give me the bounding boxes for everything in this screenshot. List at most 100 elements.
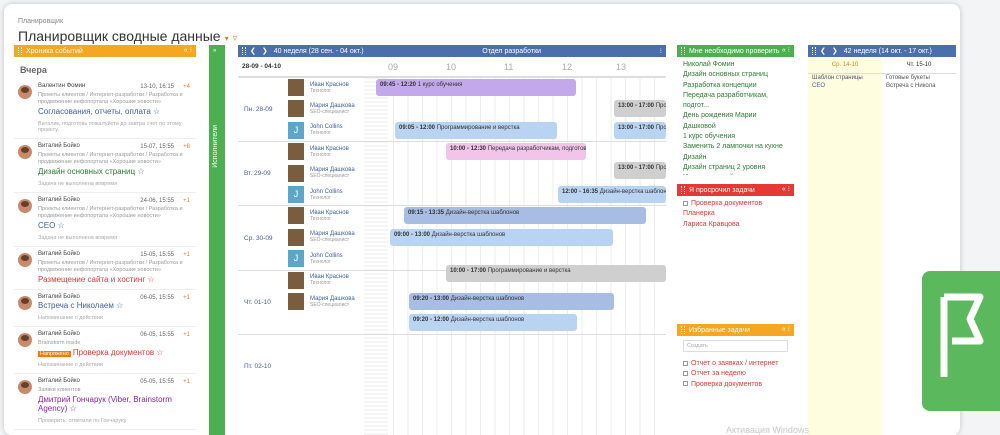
week2-row[interactable]: CEO Встреча с Никола xyxy=(808,82,956,90)
overdue-item[interactable]: Лариса Кравцова xyxy=(683,220,788,230)
expand-icon[interactable]: » xyxy=(213,48,216,54)
check-item[interactable]: Дизайн основных страниц xyxy=(683,70,788,80)
event-title-text[interactable]: СЕО xyxy=(38,221,55,230)
event-count[interactable]: +1 xyxy=(183,295,190,301)
star-icon[interactable]: ☆ xyxy=(154,348,163,357)
person-row[interactable]: J John Collins Технолог xyxy=(288,248,364,269)
overdue-item[interactable]: Проверка документов xyxy=(683,199,788,209)
drag-handle-icon[interactable] xyxy=(812,47,816,55)
schedule-task[interactable]: 09:45 - 12:20 1 курс обучения xyxy=(376,79,576,96)
favorite-item[interactable]: Отчет о заявках / интернет xyxy=(683,359,788,369)
event-count[interactable]: +1 xyxy=(183,332,190,338)
person-row[interactable]: J John Collins Технолог xyxy=(288,184,364,205)
event-path[interactable]: Проекты клиентов / Интернет-разработки /… xyxy=(38,92,192,106)
panel-controls[interactable]: « ⁝ xyxy=(184,46,192,54)
filter-icon[interactable]: ▿ xyxy=(233,33,238,43)
person-row[interactable]: Иван Краснов Технолог xyxy=(288,270,364,291)
prev-week-button[interactable]: ❮ xyxy=(250,47,256,55)
person-name[interactable]: Иван Краснов xyxy=(310,82,349,88)
person-row[interactable]: Иван Краснов Технолог xyxy=(288,77,364,98)
schedule-task[interactable]: 09:00 - 13:00 Дизайн-верстка шаблонов xyxy=(390,228,613,246)
event-count[interactable]: +1 xyxy=(183,198,190,204)
event-count[interactable]: +4 xyxy=(183,84,190,90)
person-row[interactable]: Мария Дашкова SEO-специалист xyxy=(288,291,364,312)
event-title-text[interactable]: Проверка документов xyxy=(73,348,154,357)
schedule-task[interactable]: 13:00 - 17:00 Программи xyxy=(614,100,666,118)
event-title-text[interactable]: Согласования, отчеты, оплата xyxy=(38,107,151,116)
person-row[interactable]: J John Collins Технолог xyxy=(288,120,364,141)
star-icon[interactable]: ☆ xyxy=(151,107,160,116)
check-item[interactable]: Дизайн xyxy=(683,153,788,163)
drag-handle-icon[interactable] xyxy=(681,186,685,194)
schedule-task[interactable]: 09:20 - 13:00 Дизайн-верстка шаблонов xyxy=(409,293,614,310)
drag-handle-icon[interactable] xyxy=(681,47,685,55)
person-name[interactable]: Мария Дашкова xyxy=(310,296,355,302)
department-label[interactable]: Отдел разработки xyxy=(482,48,541,55)
chevron-down-icon[interactable]: ▾ xyxy=(225,34,229,43)
create-input[interactable]: Создать xyxy=(683,340,788,352)
event-path[interactable]: Проекты клиентов / Интернет-разработки /… xyxy=(38,206,192,220)
event-title[interactable]: Согласования, отчеты, оплата ☆ xyxy=(38,107,192,116)
event-path[interactable]: Проекты клиентов / Интернет-разработки /… xyxy=(38,152,192,166)
person-name[interactable]: Иван Краснов xyxy=(310,210,349,216)
event-title-text[interactable]: Дмитрий Гончарук (Viber, Brainstorm Agen… xyxy=(38,395,172,413)
check-item[interactable]: Заменить 2 лампочки на кухне xyxy=(683,142,788,152)
check-item[interactable]: Передача разработчикам, подгот... xyxy=(683,91,788,112)
event-item[interactable]: Виталий Бойко Встреча с Николаем ☆ Напомин… xyxy=(14,290,196,327)
event-count[interactable]: +1 xyxy=(183,252,190,258)
event-path[interactable]: Проекты клиентов / Интернет-разработки /… xyxy=(38,260,192,274)
checkbox[interactable] xyxy=(683,200,688,206)
event-path[interactable]: Brainstorm inside xyxy=(38,340,192,347)
person-row[interactable]: Мария Дашкова SEO-специалист xyxy=(288,98,364,119)
person-row[interactable]: Мария Дашкова SEO-специалист xyxy=(288,163,364,184)
person-name[interactable]: John Collins xyxy=(310,189,343,195)
person-row[interactable]: Мария Дашкова SEO-специалист xyxy=(288,227,364,248)
overdue-item[interactable]: Планерка xyxy=(683,209,788,219)
event-item[interactable]: Виталий Бойко Проекты клиентов / Интернет… xyxy=(14,139,196,193)
check-item[interactable]: Разработка концепции xyxy=(683,81,788,91)
checkbox[interactable] xyxy=(683,370,688,376)
person-row[interactable]: Иван Краснов Технолог xyxy=(288,205,364,226)
checkbox[interactable] xyxy=(683,381,688,387)
event-title-text[interactable]: Размещение сайта и хостинг xyxy=(38,275,145,284)
schedule-task[interactable]: 09:20 - 12:00 Дизайн-верстка шаблонов xyxy=(409,314,577,332)
favorite-text[interactable]: Отчет о заявках / интернет xyxy=(691,360,778,367)
drag-handle-icon[interactable] xyxy=(18,47,22,55)
schedule-task[interactable]: 10:00 - 17:00 Программирование и верстка xyxy=(446,265,666,283)
favorite-text[interactable]: Отчет за неделю xyxy=(691,370,746,377)
schedule-task[interactable]: 09:05 - 12:00 Программирование и верстка xyxy=(395,121,557,139)
checkbox[interactable] xyxy=(683,360,688,366)
schedule-task[interactable]: 09:15 - 13:35 Дизайн-верстка шаблонов xyxy=(404,207,646,225)
panel-controls[interactable]: ⁝ xyxy=(660,47,662,55)
event-title[interactable]: Размещение сайта и хостинг ☆ xyxy=(38,275,192,284)
next-week-button[interactable]: ❯ xyxy=(262,47,268,55)
person-name[interactable]: Иван Краснов xyxy=(310,146,349,152)
favorite-item[interactable]: Отчет за неделю xyxy=(683,369,788,379)
favorite-item[interactable]: Проверка документов xyxy=(683,380,788,390)
panel-controls[interactable]: « ⁝ xyxy=(782,185,790,193)
panel-controls[interactable]: « ⁝ xyxy=(782,46,790,54)
event-path[interactable]: Заявки клиентов xyxy=(38,387,192,394)
overdue-text[interactable]: Планерка xyxy=(683,210,715,217)
check-item[interactable]: День рождения Марии Дашковой xyxy=(683,111,788,132)
page-title[interactable]: Планировщик сводные данные ▾ ▿ xyxy=(18,28,237,44)
star-icon[interactable]: ☆ xyxy=(135,167,144,176)
event-title[interactable]: Дмитрий Гончарук (Viber, Brainstorm Agen… xyxy=(38,395,192,413)
person-row[interactable]: Иван Краснов Технолог xyxy=(288,141,364,162)
event-item[interactable]: Валентин Фомин Проекты клиентов / Интерне… xyxy=(14,79,196,139)
schedule-task[interactable]: 12:00 - 16:35 Дизайн-верстка шаблонов xyxy=(558,186,666,203)
check-item[interactable]: Николай Фомин xyxy=(683,60,788,70)
drag-handle-icon[interactable] xyxy=(681,326,685,334)
event-item[interactable]: Виталий Бойко Проекты клиентов / Интернет… xyxy=(14,193,196,247)
favorite-text[interactable]: Проверка документов xyxy=(691,381,762,388)
next-week-button[interactable]: ❯ xyxy=(832,47,838,55)
person-name[interactable]: John Collins xyxy=(310,253,343,259)
schedule-task[interactable]: 13:00 - 17:00 Программи xyxy=(614,121,666,139)
event-title[interactable]: СЕО ☆ xyxy=(38,221,192,230)
person-name[interactable]: Мария Дашкова xyxy=(310,103,355,109)
overdue-text[interactable]: Проверка документов xyxy=(691,200,762,207)
overdue-text[interactable]: Лариса Кравцова xyxy=(683,221,740,228)
event-item[interactable]: Виталий Бойко Brainstorm inside Напряжено П… xyxy=(14,327,196,374)
event-title-text[interactable]: Дизайн основных страниц xyxy=(38,167,135,176)
event-item[interactable]: Виталий Бойко Проекты клиентов / Интернет… xyxy=(14,247,196,290)
